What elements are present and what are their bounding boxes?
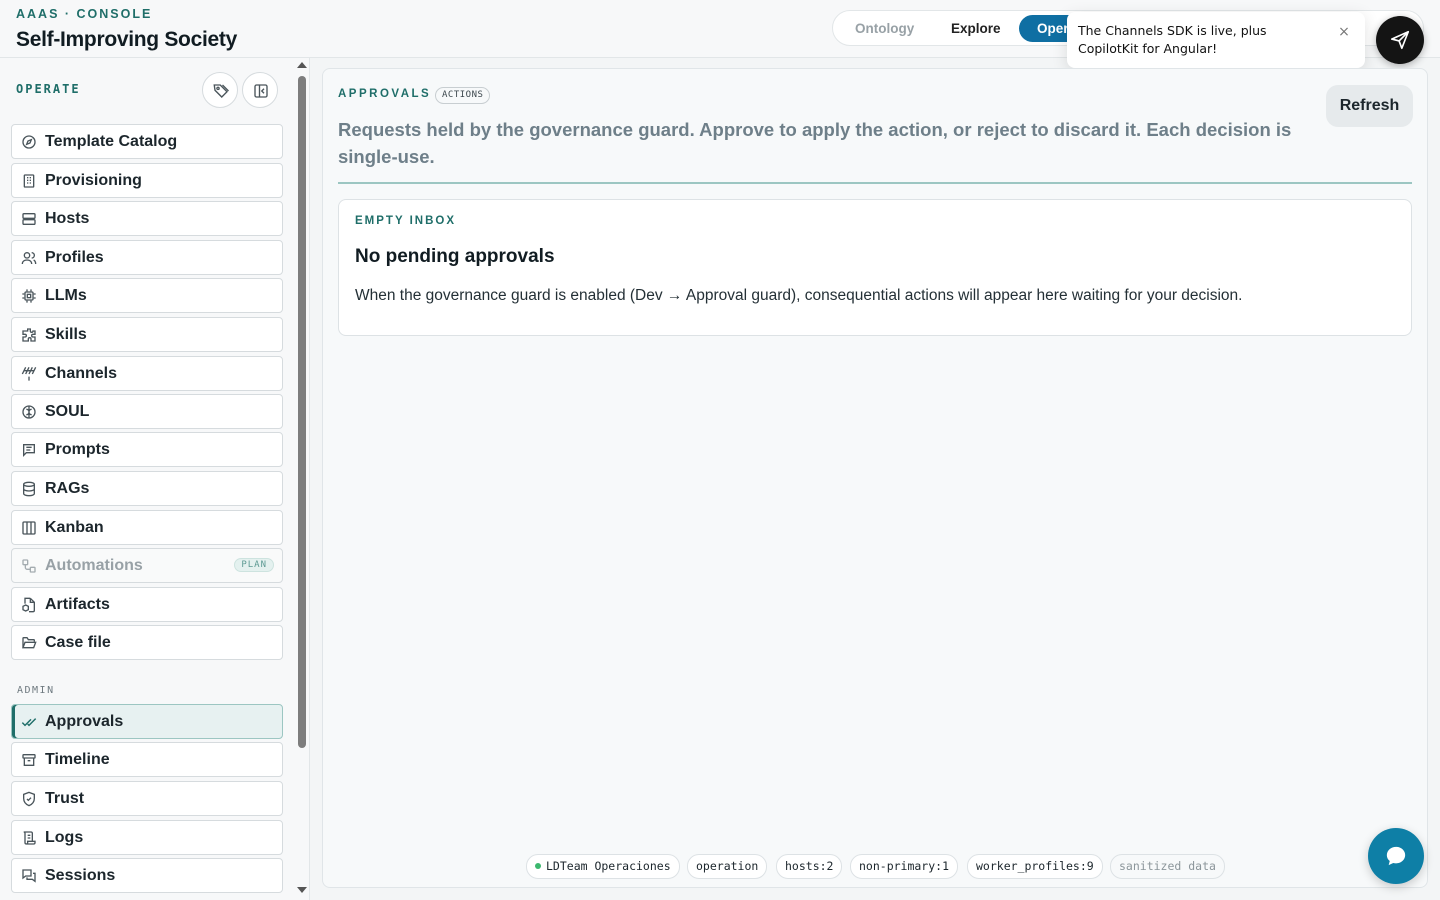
scrollbar-thumb[interactable]	[298, 76, 306, 748]
status-chip-sanitized: sanitized data	[1110, 854, 1225, 879]
refresh-button[interactable]: Refresh	[1326, 85, 1413, 127]
section-description: Requests held by the governance guard. A…	[338, 119, 1292, 167]
puzzle-icon	[22, 328, 36, 342]
sidebar-item-label: Sessions	[45, 867, 116, 884]
sidebar-item-hosts[interactable]: Hosts	[11, 201, 283, 236]
card-title: No pending approvals	[355, 246, 555, 267]
status-chip-mode: operation	[687, 854, 768, 879]
sidebar-item-channels[interactable]: Channels	[11, 356, 283, 391]
sidebar-item-llms[interactable]: LLMs	[11, 278, 283, 313]
section-label: APPROVALS	[338, 88, 432, 100]
sidebar-item-label: Timeline	[45, 751, 110, 768]
sidebar-item-label: Kanban	[45, 519, 104, 536]
sidebar-item-skills[interactable]: Skills	[11, 317, 283, 352]
building-icon	[23, 174, 35, 188]
sidebar-item-template-catalog[interactable]: Template Catalog	[11, 124, 283, 159]
scroll-icon	[23, 831, 36, 845]
sidebar-item-label: Hosts	[45, 210, 90, 227]
sidebar-item-automations[interactable]: Automations PLAN	[11, 548, 283, 583]
sidebar-item-label: SOUL	[45, 403, 90, 420]
sidebar-item-label: Approvals	[45, 713, 124, 730]
sidebar-item-label: Profiles	[45, 249, 104, 266]
messages-icon	[22, 869, 36, 883]
tab-explore[interactable]: Explore	[933, 15, 1019, 42]
announcement-toast: The Channels SDK is live, plus CopilotKi…	[1067, 12, 1365, 68]
top-header: AAAS · CONSOLE Self-Improving Society On…	[0, 0, 1440, 68]
database-icon	[23, 481, 35, 497]
check-check-icon	[21, 718, 37, 727]
chat-bubble-icon	[1386, 846, 1406, 866]
sidebar-item-label: Trust	[45, 790, 85, 807]
sidebar-item-rags[interactable]: RAGs	[11, 471, 283, 506]
scroll-up-arrow-icon[interactable]	[297, 62, 307, 68]
sidebar-item-trust[interactable]: Trust	[11, 781, 283, 816]
chat-launcher-button[interactable]	[1368, 828, 1424, 884]
antenna-icon	[21, 367, 37, 381]
sidebar-item-label: Channels	[45, 365, 118, 382]
panel-left-icon	[254, 84, 268, 98]
close-icon[interactable]: ×	[1337, 25, 1351, 39]
console-eyebrow: AAAS · CONSOLE	[16, 7, 153, 21]
tag-button[interactable]	[202, 72, 238, 108]
sidebar-item-label: Artifacts	[45, 596, 110, 613]
card-body: When the governance guard is enabled (De…	[355, 287, 1243, 304]
columns-icon	[22, 521, 36, 535]
status-dot-icon	[535, 863, 541, 869]
workflow-icon	[22, 559, 36, 573]
status-chip-team: LDTeam Operaciones	[526, 854, 680, 879]
cpu-icon	[22, 289, 36, 303]
tab-ontology[interactable]: Ontology	[837, 15, 932, 42]
collapse-sidebar-button[interactable]	[242, 72, 278, 108]
sidebar-item-prompts[interactable]: Prompts	[11, 432, 283, 467]
chip-label: LDTeam Operaciones	[546, 859, 671, 873]
sidebar-item-label: Template Catalog	[45, 133, 178, 150]
empty-inbox-card: EMPTY INBOX No pending approvals When th…	[338, 199, 1412, 336]
sidebar-item-label: Prompts	[45, 441, 110, 458]
sidebar-section-label: OPERATE	[16, 82, 81, 96]
section-divider	[338, 182, 1412, 184]
status-chip-non-primary: non-primary:1	[850, 854, 959, 879]
sidebar-item-artifacts[interactable]: Artifacts	[11, 587, 283, 622]
sidebar: OPERATE Template Catalog Provisioning Ho…	[0, 58, 310, 900]
sidebar-item-provisioning[interactable]: Provisioning	[11, 163, 283, 198]
status-chip-hosts: hosts:2	[776, 854, 843, 879]
scroll-down-arrow-icon[interactable]	[297, 887, 307, 893]
server-icon	[22, 213, 36, 225]
app-title: Self-Improving Society	[16, 28, 237, 51]
admin-section-label: ADMIN	[17, 685, 55, 696]
sidebar-item-case-file[interactable]: Case file	[11, 625, 283, 660]
paper-plane-icon	[1390, 30, 1410, 50]
section-badge: ACTIONS	[435, 87, 491, 104]
plan-badge: PLAN	[234, 558, 274, 572]
brain-icon	[22, 405, 36, 419]
message-square-icon	[23, 444, 35, 457]
sidebar-item-label: Case file	[45, 634, 111, 651]
archive-icon	[22, 754, 36, 766]
toast-message: The Channels SDK is live, plus CopilotKi…	[1078, 23, 1267, 56]
sidebar-item-logs[interactable]: Logs	[11, 820, 283, 855]
tags-icon	[213, 84, 229, 98]
sidebar-item-timeline[interactable]: Timeline	[11, 742, 283, 777]
sidebar-item-label: LLMs	[45, 287, 87, 304]
sidebar-item-profiles[interactable]: Profiles	[11, 240, 283, 275]
users-icon	[21, 252, 37, 265]
sidebar-item-sessions[interactable]: Sessions	[11, 858, 283, 893]
file-box-icon	[22, 597, 35, 613]
sidebar-scrollbar[interactable]	[296, 58, 308, 900]
sidebar-item-label: RAGs	[45, 480, 90, 497]
status-chip-worker-profiles: worker_profiles:9	[967, 854, 1103, 879]
sidebar-item-label: Automations	[45, 557, 143, 574]
sidebar-item-soul[interactable]: SOUL	[11, 394, 283, 429]
folder-open-icon	[22, 637, 37, 649]
assistant-launcher-button[interactable]	[1376, 16, 1424, 64]
compass-icon	[22, 135, 36, 149]
sidebar-item-label: Skills	[45, 326, 87, 343]
sidebar-item-label: Provisioning	[45, 172, 142, 189]
approvals-panel: APPROVALS ACTIONS Requests held by the g…	[322, 68, 1428, 888]
card-eyebrow: EMPTY INBOX	[355, 215, 457, 227]
sidebar-item-approvals[interactable]: Approvals	[11, 704, 283, 739]
shield-icon	[23, 791, 35, 807]
sidebar-item-label: Logs	[45, 829, 84, 846]
sidebar-item-kanban[interactable]: Kanban	[11, 510, 283, 545]
